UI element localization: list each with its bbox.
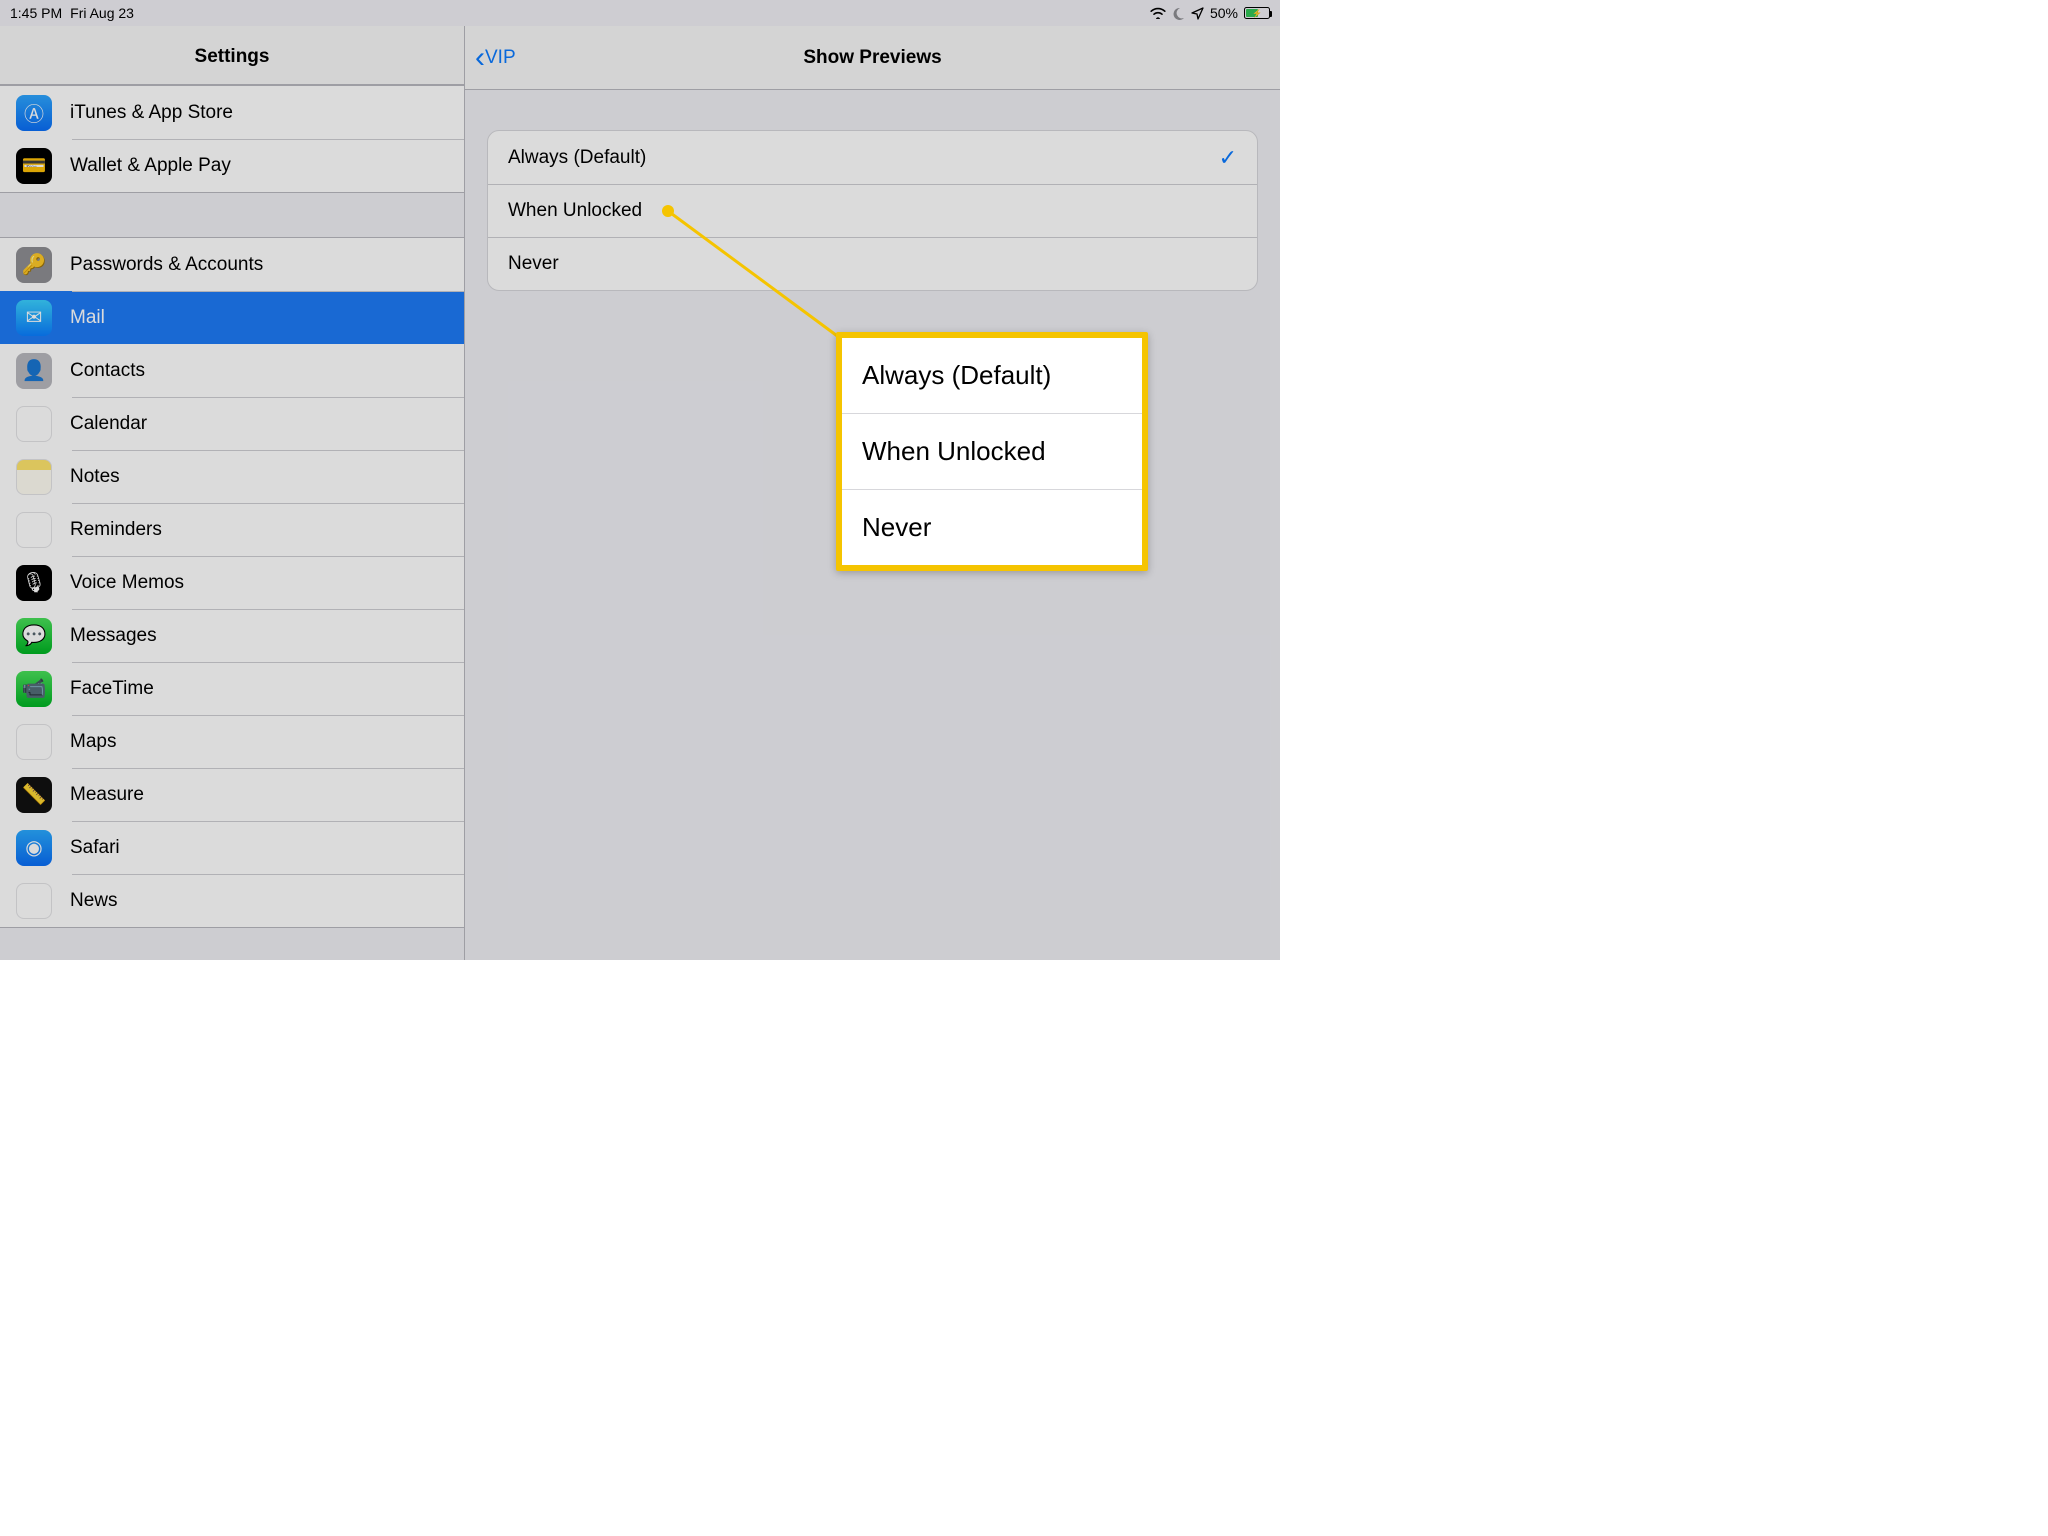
safari-icon: ◉ xyxy=(16,830,52,866)
sidebar-item-wallet[interactable]: 💳 Wallet & Apple Pay xyxy=(0,139,464,192)
option-label: Never xyxy=(508,253,559,275)
back-button[interactable]: ‹ VIP xyxy=(475,26,516,89)
preview-option[interactable]: Always (Default) ✓ xyxy=(488,131,1257,184)
facetime-icon: 📹 xyxy=(16,671,52,707)
sidebar-item-mail[interactable]: ✉ Mail xyxy=(0,291,464,344)
callout-leader-dot xyxy=(662,205,674,217)
sidebar-title: Settings xyxy=(0,26,464,84)
sidebar-item-label: Safari xyxy=(70,837,120,859)
measure-icon: 📏 xyxy=(16,777,52,813)
status-time: 1:45 PM xyxy=(10,5,62,21)
news-icon: N xyxy=(16,883,52,919)
reminders-icon xyxy=(16,512,52,548)
location-icon xyxy=(1191,7,1204,20)
callout-item: Never xyxy=(842,489,1142,565)
status-date: Fri Aug 23 xyxy=(70,5,134,21)
sidebar-item-maps[interactable]: 🗺 Maps xyxy=(0,715,464,768)
moon-icon xyxy=(1172,7,1185,20)
back-label: VIP xyxy=(485,47,516,69)
wifi-icon xyxy=(1150,7,1166,19)
voice-icon: 🎙 xyxy=(16,565,52,601)
passwords-icon: 🔑 xyxy=(16,247,52,283)
maps-icon: 🗺 xyxy=(16,724,52,760)
sidebar-item-label: Measure xyxy=(70,784,144,806)
preview-option[interactable]: When Unlocked xyxy=(488,184,1257,237)
sidebar-item-notes[interactable]: Notes xyxy=(0,450,464,503)
settings-sidebar: Settings ⒶiTunes & App Store 💳 Wallet & Ap… xyxy=(0,26,465,960)
sidebar-item-passwords[interactable]: 🔑 Passwords & Accounts xyxy=(0,238,464,291)
messages-icon: 💬 xyxy=(16,618,52,654)
sidebar-item-label: News xyxy=(70,890,118,912)
wallet-icon: 💳 xyxy=(16,148,52,184)
sidebar-item-label: Voice Memos xyxy=(70,572,184,594)
sidebar-item-label: Maps xyxy=(70,731,116,753)
sidebar-item-label: FaceTime xyxy=(70,678,154,700)
sidebar-item-label: Messages xyxy=(70,625,157,647)
sidebar-item-messages[interactable]: 💬 Messages xyxy=(0,609,464,662)
sidebar-item-contacts[interactable]: 👤 Contacts xyxy=(0,344,464,397)
callout-panel: Always (Default)When UnlockedNever xyxy=(836,332,1148,571)
sidebar-item-label: Contacts xyxy=(70,360,145,382)
sidebar-item-label: Mail xyxy=(70,307,105,329)
sidebar-item-label: iTunes & App Store xyxy=(70,102,233,124)
sidebar-item-label: Wallet & Apple Pay xyxy=(70,155,231,177)
detail-title: Show Previews xyxy=(803,47,941,69)
sidebar-item-measure[interactable]: 📏 Measure xyxy=(0,768,464,821)
sidebar-item-voice[interactable]: 🎙 Voice Memos xyxy=(0,556,464,609)
mail-icon: ✉ xyxy=(16,300,52,336)
contacts-icon: 👤 xyxy=(16,353,52,389)
appstore-icon: Ⓐ xyxy=(16,95,52,131)
sidebar-item-facetime[interactable]: 📹 FaceTime xyxy=(0,662,464,715)
sidebar-item-appstore[interactable]: ⒶiTunes & App Store xyxy=(0,86,464,139)
battery-percent: 50% xyxy=(1210,5,1238,21)
preview-option[interactable]: Never xyxy=(488,237,1257,290)
sidebar-item-label: Calendar xyxy=(70,413,147,435)
sidebar-item-label: Passwords & Accounts xyxy=(70,254,263,276)
sidebar-item-reminders[interactable]: Reminders xyxy=(0,503,464,556)
check-icon: ✓ xyxy=(1219,145,1237,171)
sidebar-item-news[interactable]: N News xyxy=(0,874,464,927)
sidebar-item-label: Notes xyxy=(70,466,120,488)
detail-header: ‹ VIP Show Previews xyxy=(465,26,1280,90)
notes-icon xyxy=(16,459,52,495)
status-bar: 1:45 PM Fri Aug 23 50% ⚡ xyxy=(0,0,1280,26)
callout-item: Always (Default) xyxy=(842,338,1142,413)
sidebar-item-calendar[interactable]: Calendar xyxy=(0,397,464,450)
sidebar-item-label: Reminders xyxy=(70,519,162,541)
option-label: Always (Default) xyxy=(508,147,646,169)
option-label: When Unlocked xyxy=(508,200,642,222)
battery-icon: ⚡ xyxy=(1244,7,1270,19)
calendar-icon xyxy=(16,406,52,442)
sidebar-item-safari[interactable]: ◉ Safari xyxy=(0,821,464,874)
callout-item: When Unlocked xyxy=(842,413,1142,489)
